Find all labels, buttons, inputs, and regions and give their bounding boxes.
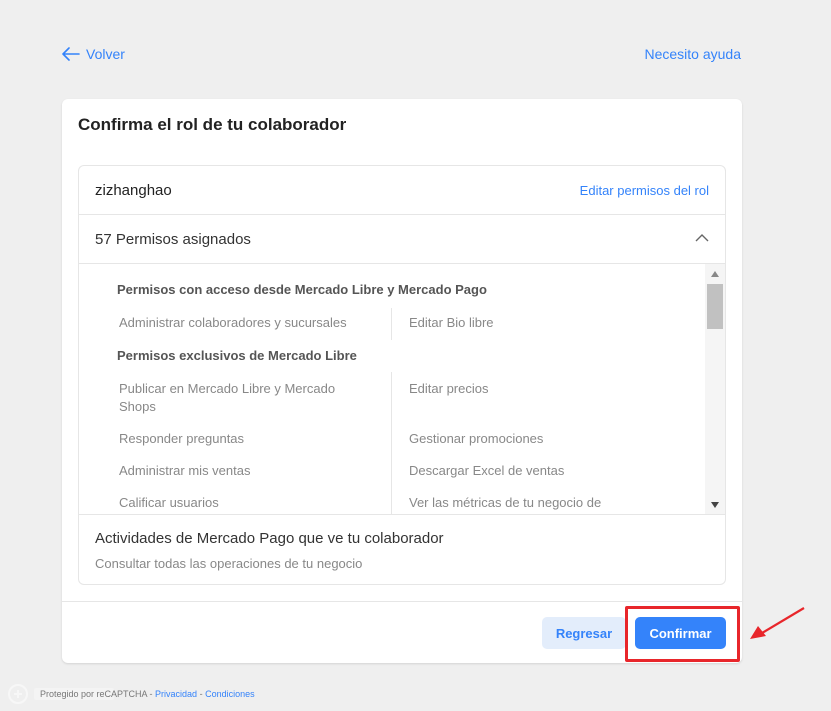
- help-link[interactable]: Necesito ayuda: [644, 46, 741, 62]
- back-link[interactable]: Volver: [62, 46, 125, 62]
- permission-item: Administrar colaboradores y sucursales: [119, 315, 347, 330]
- permission-item: Editar precios: [409, 381, 489, 396]
- back-button[interactable]: Regresar: [542, 617, 626, 649]
- permission-item: Responder preguntas: [119, 431, 245, 446]
- permission-group-title: Permisos exclusivos de Mercado Libre: [117, 348, 357, 363]
- role-summary-box: zizhanghao Editar permisos del rol 57 Pe…: [78, 165, 726, 585]
- privacy-link[interactable]: Privacidad: [155, 689, 197, 699]
- arrow-left-icon: [62, 47, 80, 61]
- scrollbar-thumb[interactable]: [707, 284, 723, 329]
- permissions-list[interactable]: Permisos con acceso desde Mercado Libre …: [79, 264, 725, 515]
- terms-link[interactable]: Condiciones: [205, 689, 255, 699]
- permission-item: Descargar Excel de ventas: [409, 463, 565, 478]
- edit-permissions-link[interactable]: Editar permisos del rol: [580, 183, 709, 198]
- permission-item: Gestionar promociones: [409, 431, 544, 446]
- permission-item: Publicar en Mercado Libre y Mercado Shop…: [119, 381, 336, 414]
- permission-item: Editar Bio libre: [409, 315, 494, 330]
- recaptcha-notice: Protegido por reCAPTCHA - Privacidad - C…: [40, 689, 255, 699]
- recaptcha-text: Protegido por reCAPTCHA -: [40, 689, 156, 699]
- confirm-highlight-box: [625, 606, 740, 662]
- confirm-role-card: Confirma el rol de tu colaborador zizhan…: [62, 99, 742, 663]
- top-navigation: Volver Necesito ayuda: [62, 46, 741, 68]
- permission-item: Ver las métricas de tu negocio de: [409, 495, 602, 510]
- role-header: zizhanghao Editar permisos del rol: [79, 166, 725, 215]
- column-divider: [391, 372, 392, 514]
- pointer-arrow-icon: [750, 607, 805, 639]
- scroll-up-icon[interactable]: [710, 270, 720, 278]
- scrollbar[interactable]: [705, 264, 725, 514]
- scroll-down-icon[interactable]: [710, 501, 720, 509]
- chevron-up-icon: [695, 234, 709, 242]
- column-divider: [391, 308, 392, 340]
- permissions-count: 57 Permisos asignados: [95, 231, 251, 248]
- card-footer-divider: [62, 601, 742, 602]
- permission-item: Administrar mis ventas: [119, 463, 251, 478]
- back-label: Volver: [86, 46, 125, 62]
- role-name: zizhanghao: [95, 182, 172, 199]
- separator: -: [197, 689, 206, 699]
- mercadopago-activities-desc: Consultar todas las operaciones de tu ne…: [95, 556, 363, 571]
- page-title: Confirma el rol de tu colaborador: [78, 115, 347, 134]
- mercadopago-activities-title: Actividades de Mercado Pago que ve tu co…: [95, 530, 444, 547]
- permission-group-title: Permisos con acceso desde Mercado Libre …: [117, 282, 487, 297]
- permission-item: Calificar usuarios: [119, 495, 219, 510]
- permissions-accordion-header[interactable]: 57 Permisos asignados: [79, 215, 725, 264]
